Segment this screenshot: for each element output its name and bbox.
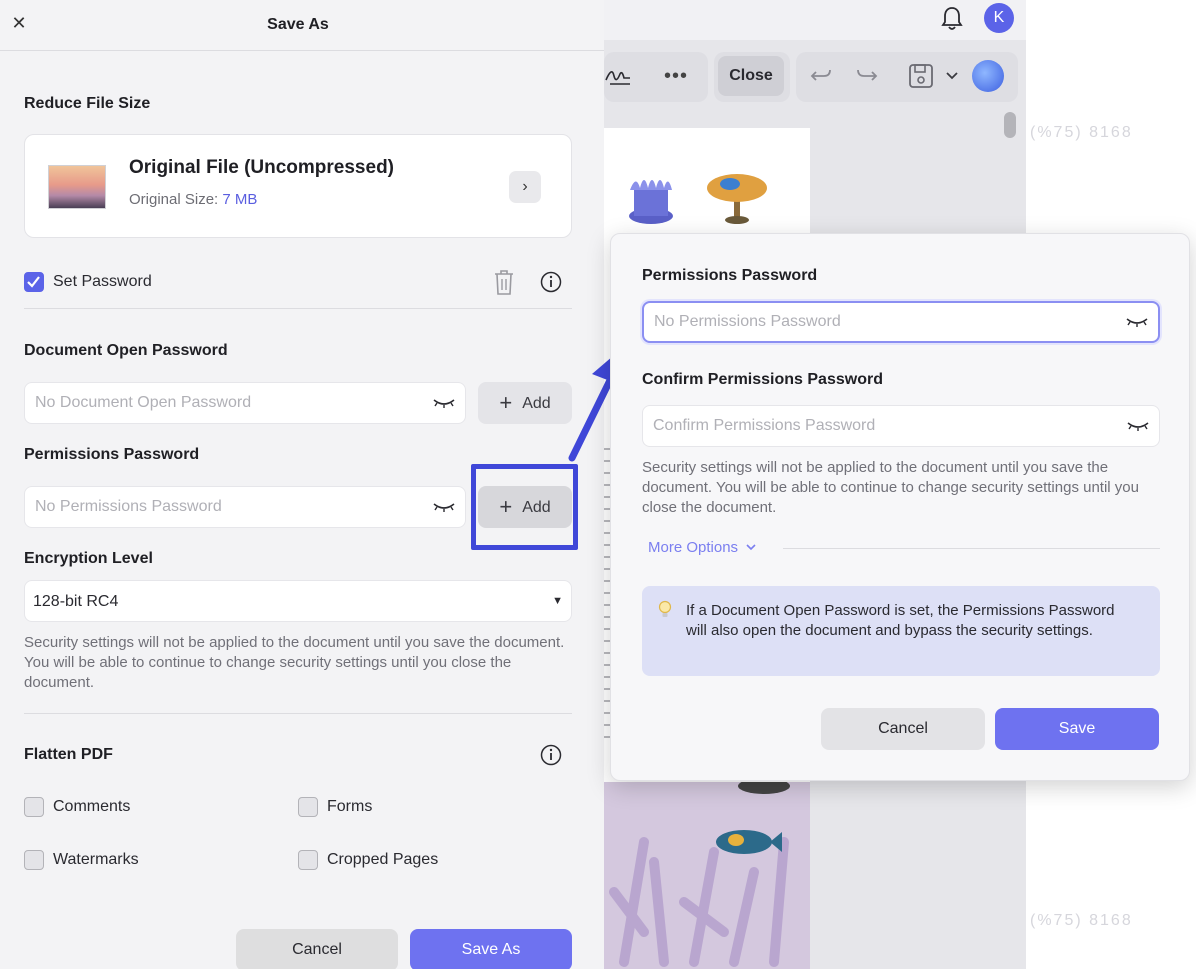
document-page-coral-photo (604, 782, 810, 969)
original-size-label: Original Size: (129, 191, 219, 208)
watermarks-label: Watermarks (53, 851, 139, 868)
flatten-pdf-heading: Flatten PDF (24, 746, 113, 763)
document-open-password-field[interactable] (24, 382, 466, 424)
scrollbar-thumb[interactable] (1004, 112, 1016, 138)
more-options-label: More Options (648, 539, 739, 556)
reduce-file-size-heading: Reduce File Size (24, 95, 151, 112)
chevron-right-icon[interactable]: › (509, 171, 541, 203)
confirm-permissions-password-input[interactable] (653, 406, 1113, 446)
divider (24, 713, 572, 714)
info-icon[interactable] (540, 744, 562, 766)
info-tip-box: If a Document Open Password is set, the … (642, 586, 1160, 676)
permissions-password-heading: Permissions Password (24, 446, 200, 463)
user-avatar[interactable]: K (984, 3, 1014, 33)
undo-icon[interactable] (810, 64, 832, 86)
more-options-icon[interactable]: ••• (664, 62, 688, 90)
notification-bell-icon[interactable] (940, 6, 964, 32)
permissions-password-popup-field[interactable] (642, 301, 1160, 343)
save-as-button[interactable]: Save As (410, 929, 572, 969)
signature-icon[interactable] (604, 62, 632, 90)
plus-icon: + (499, 390, 513, 415)
panel-title: Save As (267, 16, 329, 33)
save-document-icon[interactable] (908, 62, 934, 90)
eye-closed-icon[interactable] (1126, 316, 1148, 328)
more-options-link[interactable]: More Options (648, 539, 757, 556)
permissions-password-popup-input[interactable] (654, 303, 1114, 341)
watermark-text: (%75) 8168 (1030, 124, 1133, 141)
set-password-checkbox[interactable] (24, 272, 44, 292)
chevron-down-icon (746, 544, 756, 551)
file-card-title: Original File (Uncompressed) (129, 157, 394, 178)
document-open-password-input[interactable] (35, 383, 425, 423)
watermarks-checkbox[interactable] (24, 850, 44, 870)
cropped-pages-checkbox[interactable] (298, 850, 318, 870)
chevron-down-icon[interactable] (945, 70, 959, 82)
permissions-password-input[interactable] (35, 487, 425, 527)
permissions-password-field[interactable] (24, 486, 466, 528)
encryption-level-heading: Encryption Level (24, 550, 153, 567)
permissions-password-label: Permissions Password (642, 267, 818, 284)
eye-closed-icon[interactable] (433, 501, 455, 513)
popup-security-note: Security settings will not be applied to… (642, 459, 1139, 516)
forms-checkbox[interactable] (298, 797, 318, 817)
ai-assistant-icon[interactable] (972, 60, 1004, 92)
original-size-value: 7 MB (222, 191, 258, 208)
eye-closed-icon[interactable] (433, 397, 455, 409)
set-password-label: Set Password (53, 273, 152, 290)
lightbulb-icon (658, 600, 672, 617)
panel-header: ✕ Save As (0, 0, 604, 51)
add-label: Add (522, 395, 551, 412)
confirm-permissions-password-label: Confirm Permissions Password (642, 371, 883, 388)
confirm-permissions-password-field[interactable] (642, 405, 1160, 447)
redo-icon[interactable] (856, 64, 878, 86)
cropped-pages-label: Cropped Pages (327, 851, 439, 868)
watermark-text: (%75) 8168 (1030, 912, 1133, 929)
close-document-button[interactable]: Close (718, 56, 784, 96)
trash-icon[interactable] (492, 268, 516, 296)
original-size-text: Original Size: 7 MB (129, 191, 257, 208)
comments-label: Comments (53, 798, 131, 815)
popup-cancel-button[interactable]: Cancel (821, 708, 985, 750)
file-thumbnail (48, 165, 106, 209)
permissions-password-popup: Permissions Password Confirm Permissions… (610, 233, 1190, 781)
encryption-level-value: 128-bit RC4 (33, 593, 119, 610)
divider (783, 548, 1160, 549)
coral-image-orange (707, 174, 767, 224)
eye-closed-icon[interactable] (1127, 420, 1149, 432)
document-open-password-heading: Document Open Password (24, 342, 228, 359)
divider (24, 308, 572, 309)
checkmark-icon (27, 276, 40, 288)
coral-image-blue (629, 180, 673, 224)
security-note: Security settings will not be applied to… (24, 634, 565, 691)
dropdown-caret-icon: ▼ (552, 595, 563, 607)
file-compression-card[interactable]: Original File (Uncompressed) Original Si… (24, 134, 572, 238)
popup-save-button[interactable]: Save (995, 708, 1159, 750)
encryption-level-select[interactable]: 128-bit RC4 ▼ (24, 580, 572, 622)
comments-checkbox[interactable] (24, 797, 44, 817)
forms-label: Forms (327, 798, 373, 815)
info-icon[interactable] (540, 271, 562, 293)
tip-text: If a Document Open Password is set, the … (686, 602, 1115, 639)
cancel-button[interactable]: Cancel (236, 929, 398, 969)
coral-photo (604, 782, 810, 969)
